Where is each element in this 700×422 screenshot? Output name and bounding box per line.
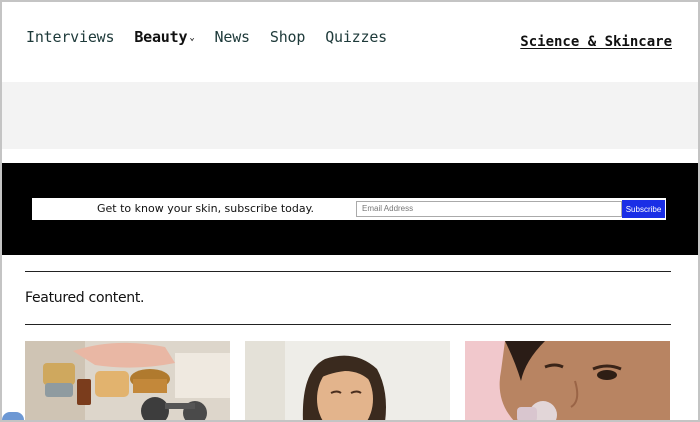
subscribe-banner: Get to know your skin, subscribe today. … [2, 163, 698, 255]
featured-card-skincare[interactable] [465, 341, 670, 422]
divider [25, 324, 671, 325]
featured-card-products[interactable] [25, 341, 230, 422]
nav-item-shop[interactable]: Shop [269, 28, 306, 46]
nav-item-quizzes[interactable]: Quizzes [325, 28, 387, 46]
featured-card-portrait[interactable] [245, 341, 450, 422]
main-nav: Interviews Beauty ⌄ News Shop Quizzes [26, 28, 407, 46]
subscribe-button[interactable]: Subscribe [622, 200, 665, 218]
ad-placeholder-band [2, 82, 698, 149]
site-header: Interviews Beauty ⌄ News Shop Quizzes Sci… [2, 2, 698, 82]
woman-portrait-image [245, 341, 450, 422]
chevron-down-icon: ⌄ [189, 33, 195, 43]
nav-item-label: News [214, 28, 251, 46]
nav-item-label: Beauty [134, 28, 188, 46]
subscribe-form: Get to know your skin, subscribe today. … [32, 198, 666, 220]
featured-title: Featured content. [25, 290, 145, 306]
nav-item-label: Shop [269, 28, 306, 46]
science-skincare-link[interactable]: Science & Skincare [520, 34, 672, 50]
accessibility-badge-icon[interactable] [2, 412, 24, 422]
divider [25, 271, 671, 272]
skincare-face-image [465, 341, 670, 422]
nav-item-news[interactable]: News [214, 28, 251, 46]
subscribe-text: Get to know your skin, subscribe today. [97, 202, 315, 215]
nav-item-label: Quizzes [325, 28, 388, 46]
email-input[interactable]: Email Address [356, 201, 622, 217]
nav-item-beauty[interactable]: Beauty ⌄ [134, 28, 194, 46]
nav-item-interviews[interactable]: Interviews [26, 28, 115, 46]
nav-item-label: Interviews [26, 28, 115, 46]
skincare-products-image [25, 341, 230, 422]
